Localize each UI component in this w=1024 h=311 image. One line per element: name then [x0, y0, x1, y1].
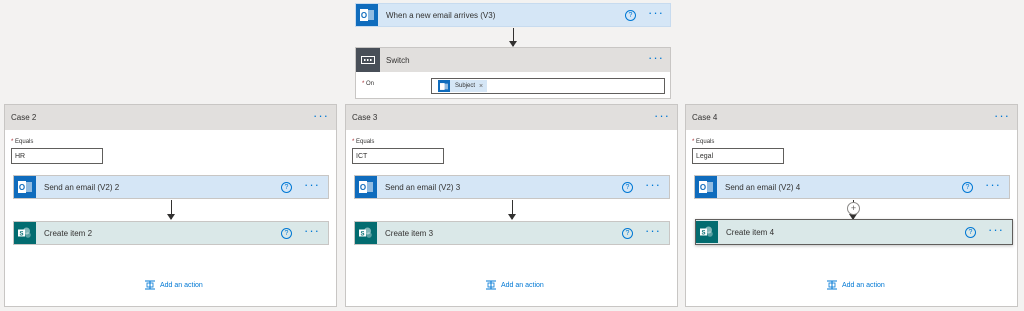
- case-header[interactable]: Case 3 ···: [346, 105, 677, 130]
- create-item-title: Create item 2: [44, 228, 93, 238]
- help-icon[interactable]: ?: [281, 181, 292, 193]
- trigger-title: When a new email arrives (V3): [386, 10, 496, 20]
- send-email-action[interactable]: O Send an email (V2) 4 ? ···: [694, 175, 1010, 199]
- help-icon[interactable]: ?: [965, 226, 976, 238]
- switch-card: Switch ··· * On Subject ×: [355, 47, 671, 99]
- send-email-title: Send an email (V2) 2: [44, 182, 120, 192]
- more-options-icon[interactable]: ···: [313, 109, 329, 124]
- trigger-card[interactable]: O When a new email arrives (V3) ? ···: [355, 3, 671, 27]
- add-action-label: Add an action: [501, 281, 544, 289]
- outlook-icon: O: [14, 176, 36, 198]
- outlook-icon: O: [356, 4, 378, 26]
- send-email-title: Send an email (V2) 3: [385, 182, 461, 192]
- create-item-action[interactable]: S Create item 2 ? ···: [13, 221, 329, 245]
- svg-text:O: O: [700, 183, 706, 192]
- connector-arrow: [509, 28, 517, 47]
- case-header[interactable]: Case 4 ···: [686, 105, 1017, 130]
- add-action-button[interactable]: Add an action: [486, 280, 544, 290]
- more-options-icon[interactable]: ···: [645, 224, 661, 239]
- case-header[interactable]: Case 2 ···: [5, 105, 336, 130]
- more-options-icon[interactable]: ···: [994, 109, 1010, 124]
- svg-text:S: S: [360, 232, 364, 238]
- svg-text:S: S: [19, 232, 23, 238]
- case-title: Case 4: [692, 113, 718, 122]
- svg-text:O: O: [19, 183, 25, 192]
- switch-on-input[interactable]: Subject ×: [431, 78, 665, 94]
- add-action-icon: [827, 280, 837, 290]
- sharepoint-icon: S: [14, 222, 36, 244]
- more-options-icon[interactable]: ···: [304, 224, 320, 239]
- switch-icon: [356, 48, 380, 72]
- connector-arrow: [167, 200, 175, 220]
- outlook-icon: [438, 80, 450, 92]
- create-item-action[interactable]: S Create item 4 ? ···: [695, 219, 1013, 245]
- create-item-action[interactable]: S Create item 3 ? ···: [354, 221, 670, 245]
- equals-input[interactable]: Legal: [692, 148, 784, 164]
- svg-text:S: S: [701, 231, 705, 237]
- dynamic-content-token[interactable]: Subject ×: [438, 80, 488, 92]
- outlook-icon: O: [695, 176, 717, 198]
- add-action-label: Add an action: [842, 281, 885, 289]
- send-email-action[interactable]: O Send an email (V2) 3 ? ···: [354, 175, 670, 199]
- more-options-icon[interactable]: ···: [645, 178, 661, 193]
- more-options-icon[interactable]: ···: [988, 223, 1004, 238]
- help-icon[interactable]: ?: [622, 181, 633, 193]
- case-card-4: Case 4 ··· * Equals Legal O Send an emai…: [685, 104, 1018, 307]
- more-options-icon[interactable]: ···: [654, 109, 670, 124]
- send-email-title: Send an email (V2) 4: [725, 182, 801, 192]
- case-title: Case 3: [352, 113, 378, 122]
- more-options-icon[interactable]: ···: [648, 51, 664, 66]
- sharepoint-icon: S: [355, 222, 377, 244]
- case-card-2: Case 2 ··· * Equals HR O Send an email (…: [4, 104, 337, 307]
- add-action-button[interactable]: Add an action: [145, 280, 203, 290]
- equals-label: * Equals: [692, 139, 715, 145]
- more-options-icon[interactable]: ···: [648, 6, 664, 21]
- svg-text:O: O: [360, 183, 366, 192]
- add-action-button[interactable]: Add an action: [827, 280, 885, 290]
- remove-token-icon[interactable]: ×: [479, 83, 483, 90]
- connector-arrow: [508, 200, 516, 220]
- help-icon[interactable]: ?: [622, 227, 633, 239]
- help-icon[interactable]: ?: [962, 181, 973, 193]
- on-label: * On: [362, 81, 375, 87]
- outlook-icon: O: [355, 176, 377, 198]
- more-options-icon[interactable]: ···: [304, 178, 320, 193]
- insert-step-icon[interactable]: +: [847, 202, 860, 215]
- case-title: Case 2: [11, 113, 37, 122]
- switch-title: Switch: [386, 55, 410, 65]
- create-item-title: Create item 3: [385, 228, 434, 238]
- case-card-3: Case 3 ··· * Equals ICT O Send an email …: [345, 104, 678, 307]
- add-action-icon: [145, 280, 155, 290]
- sharepoint-icon: S: [696, 221, 718, 243]
- help-icon[interactable]: ?: [625, 9, 636, 21]
- send-email-action[interactable]: O Send an email (V2) 2 ? ···: [13, 175, 329, 199]
- token-label: Subject: [455, 83, 476, 89]
- equals-label: * Equals: [352, 139, 375, 145]
- switch-header[interactable]: Switch ···: [356, 48, 670, 72]
- equals-input[interactable]: ICT: [352, 148, 444, 164]
- create-item-title: Create item 4: [726, 227, 775, 237]
- equals-label: * Equals: [11, 139, 34, 145]
- help-icon[interactable]: ?: [281, 227, 292, 239]
- add-action-label: Add an action: [160, 281, 203, 289]
- equals-input[interactable]: HR: [11, 148, 103, 164]
- more-options-icon[interactable]: ···: [985, 178, 1001, 193]
- svg-text:O: O: [361, 11, 367, 20]
- add-action-icon: [486, 280, 496, 290]
